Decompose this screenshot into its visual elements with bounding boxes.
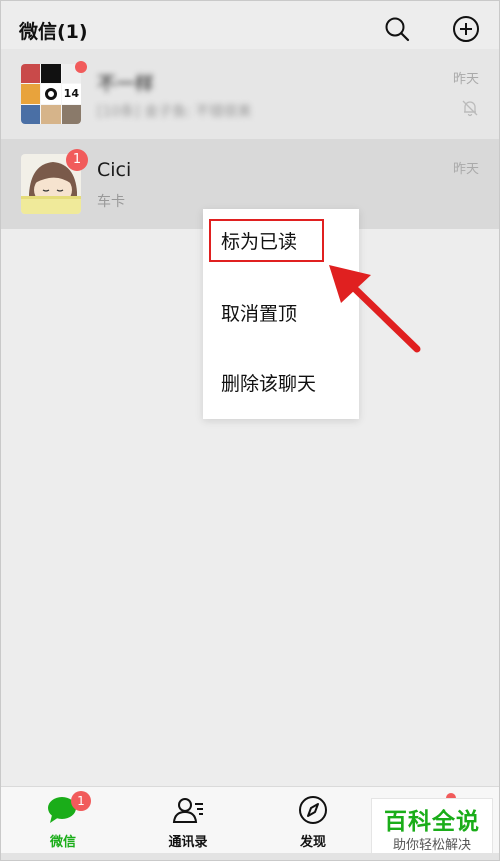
chat-time: 昨天 [452,72,479,87]
chat-name: 不一样 [97,73,155,95]
home-indicator-area [1,853,499,860]
menu-item-delete-chat[interactable]: 删除该聊天 [203,349,359,419]
tab-label: 通讯录 [168,835,208,850]
tab-badge: 1 [71,791,91,811]
watermark-logo: 百科全说 助你轻松解决 [371,798,493,856]
highlight-box [209,219,324,262]
unread-badge: 1 [66,149,88,171]
tab-contacts[interactable]: 通讯录 [148,795,228,850]
watermark-subtitle: 助你轻松解决 [392,838,471,853]
unread-dot [75,61,87,73]
tab-label: 发现 [299,835,326,850]
watermark-title: 百科全说 [384,809,480,835]
chat-preview: 车卡 [97,194,125,210]
contacts-icon [172,798,203,823]
tab-chats[interactable]: 1 微信 [23,791,103,850]
mute-bell-icon [462,100,478,117]
app-frame: 微信(1) 14 不一样 [10条] 金子鱼: 不错很美 昨天 1 Cici 车… [0,0,500,861]
chat-time: 昨天 [452,162,479,177]
search-icon[interactable] [383,15,411,43]
page-title: 微信(1) [19,21,88,43]
group-avatar: 14 [21,64,81,124]
chat-row-group[interactable]: 14 不一样 [10条] 金子鱼: 不错很美 昨天 [1,49,499,139]
chat-name: Cici [97,159,132,181]
red-arrow-icon [329,265,421,353]
tab-discover[interactable]: 发现 [273,795,353,850]
chat-preview: [10条] 金子鱼: 不错很美 [97,104,252,120]
add-circle-icon[interactable] [452,15,480,43]
tab-label: 微信 [49,835,76,850]
compass-icon [299,796,327,824]
